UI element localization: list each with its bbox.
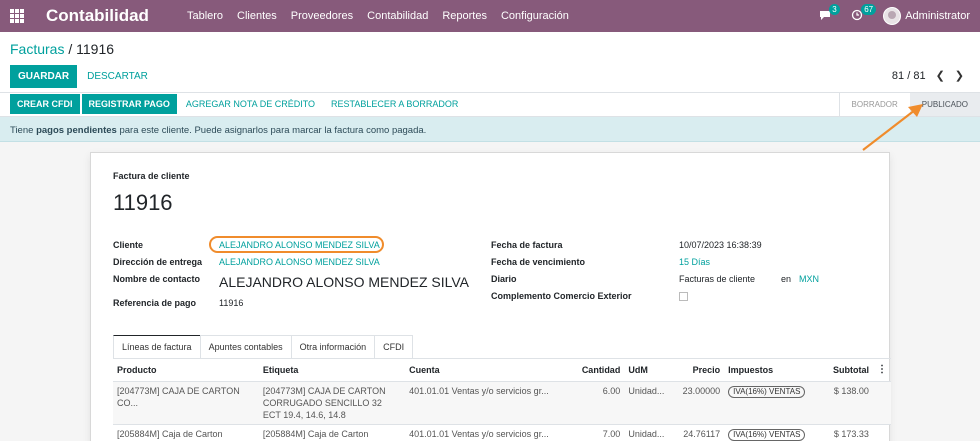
cell-spacer xyxy=(872,381,891,425)
column-header-subtotal[interactable]: Subtotal xyxy=(823,359,873,382)
stage-posted[interactable]: PUBLICADO xyxy=(909,93,980,116)
form-statusbar: CREAR CFDI REGISTRAR PAGO AGREGAR NOTA D… xyxy=(0,93,980,117)
comercio-exterior-label: Complemento Comercio Exterior xyxy=(491,291,632,301)
alert-prefix: Tiene xyxy=(10,125,34,136)
cell-account[interactable]: 401.01.01 Ventas y/o servicios gr... xyxy=(405,381,565,425)
outstanding-payments-alert: Tiene pagos pendientes para este cliente… xyxy=(0,117,980,142)
invoice-sheet: Factura de cliente 11916 Cliente ALEJAND… xyxy=(90,152,891,441)
column-header-taxes[interactable]: Impuestos xyxy=(724,359,824,382)
journal-label: Diario xyxy=(491,274,517,284)
breadcrumb-current: 11916 xyxy=(76,41,115,57)
currency-field[interactable]: MXN xyxy=(799,274,819,284)
tab-journal-items[interactable]: Apuntes contables xyxy=(199,335,292,358)
cell-taxes[interactable]: IVA(16%) VENTAS xyxy=(724,424,824,441)
cell-price[interactable]: 24.76117 xyxy=(668,424,725,441)
column-header-label[interactable]: Etiqueta xyxy=(258,359,406,382)
app-name[interactable]: Contabilidad xyxy=(46,6,149,26)
create-cfdi-button[interactable]: CREAR CFDI xyxy=(10,94,80,114)
notebook-tabs: Líneas de factura Apuntes contables Otra… xyxy=(113,335,891,359)
delivery-address-label: Dirección de entrega xyxy=(113,257,203,267)
cell-uom[interactable]: Unidad... xyxy=(624,424,669,441)
add-credit-note-button[interactable]: AGREGAR NOTA DE CRÉDITO xyxy=(179,94,322,114)
optional-columns-icon[interactable]: ⋮ xyxy=(872,359,891,382)
cell-subtotal: $ 173.33 xyxy=(823,424,873,441)
activities-badge: 67 xyxy=(861,4,877,15)
cell-label[interactable]: [205884M] Caja de Carton xyxy=(258,424,406,441)
tax-tag: IVA(16%) VENTAS xyxy=(728,385,806,398)
tab-cfdi[interactable]: CFDI xyxy=(374,335,414,358)
delivery-address-field[interactable]: ALEJANDRO ALONSO MENDEZ SILVA xyxy=(219,257,380,267)
table-header-row: Producto Etiqueta Cuenta Cantidad UdM Pr… xyxy=(113,359,891,382)
stage-draft[interactable]: BORRADOR xyxy=(838,93,910,116)
cell-account[interactable]: 401.01.01 Ventas y/o servicios gr... xyxy=(405,424,565,441)
user-avatar[interactable] xyxy=(883,7,902,25)
invoice-date-label: Fecha de factura xyxy=(491,240,563,250)
menu-item-configuracion[interactable]: Configuración xyxy=(501,10,569,22)
contact-name-field[interactable]: ALEJANDRO ALONSO MENDEZ SILVA xyxy=(219,274,469,290)
activities-clock-icon[interactable]: 67 xyxy=(851,4,877,23)
pager-previous-icon[interactable]: ❮ xyxy=(936,69,945,82)
menu-item-tablero[interactable]: Tablero xyxy=(187,10,223,22)
pager-next-icon[interactable]: ❯ xyxy=(955,69,964,82)
save-button[interactable]: GUARDAR xyxy=(10,65,78,88)
cell-price[interactable]: 23.00000 xyxy=(668,381,725,425)
column-header-account[interactable]: Cuenta xyxy=(405,359,565,382)
column-header-product[interactable]: Producto xyxy=(113,359,259,382)
breadcrumb-facturas-link[interactable]: Facturas xyxy=(10,41,64,57)
invoice-lines-table: Producto Etiqueta Cuenta Cantidad UdM Pr… xyxy=(113,359,891,441)
column-header-price[interactable]: Precio xyxy=(668,359,725,382)
cell-product[interactable]: [204773M] CAJA DE CARTON CO... xyxy=(113,381,259,425)
stage-selector: BORRADOR PUBLICADO xyxy=(838,93,980,116)
messages-badge: 3 xyxy=(829,4,840,15)
due-date-label: Fecha de vencimiento xyxy=(491,257,586,267)
table-row[interactable]: [205884M] Caja de Carton RSC19... [20588… xyxy=(113,424,891,441)
breadcrumb: Facturas / 11916 xyxy=(10,41,114,57)
tax-tag: IVA(16%) VENTAS xyxy=(728,428,806,441)
client-label: Cliente xyxy=(113,240,144,250)
menu-item-reportes[interactable]: Reportes xyxy=(442,10,487,22)
payment-reference-field[interactable]: 11916 xyxy=(219,298,243,308)
journal-in-label: en xyxy=(781,274,792,284)
alert-bold-text: pagos pendientes xyxy=(36,125,117,136)
contact-name-label: Nombre de contacto xyxy=(113,274,201,284)
payment-reference-label: Referencia de pago xyxy=(113,298,197,308)
column-header-quantity[interactable]: Cantidad xyxy=(564,359,625,382)
pager-value[interactable]: 81 / 81 xyxy=(892,70,926,82)
messages-icon[interactable]: 3 xyxy=(819,4,840,23)
table-row[interactable]: [204773M] CAJA DE CARTON CO... [204773M]… xyxy=(113,381,891,425)
client-highlight-annotation xyxy=(209,236,384,253)
cell-taxes[interactable]: IVA(16%) VENTAS xyxy=(724,381,824,425)
cell-quantity[interactable]: 6.00 xyxy=(564,381,625,425)
column-header-uom[interactable]: UdM xyxy=(624,359,669,382)
menu-item-clientes[interactable]: Clientes xyxy=(237,10,277,22)
pager: 81 / 81 ❮ ❯ xyxy=(892,69,964,83)
tab-other-info[interactable]: Otra información xyxy=(290,335,376,358)
cell-uom[interactable]: Unidad... xyxy=(624,381,669,425)
alert-suffix: para este cliente. Puede asignarlos para… xyxy=(119,125,427,136)
comercio-exterior-checkbox[interactable] xyxy=(679,292,688,301)
control-panel: Facturas / 11916 GUARDAR DESCARTAR 81 / … xyxy=(0,32,980,93)
invoice-number: 11916 xyxy=(113,190,173,215)
invoice-type-label: Factura de cliente xyxy=(113,171,190,181)
cell-label[interactable]: [204773M] CAJA DE CARTON CORRUGADO SENCI… xyxy=(258,381,406,425)
main-navbar: Contabilidad Tablero Clientes Proveedore… xyxy=(0,0,980,32)
menu-item-contabilidad[interactable]: Contabilidad xyxy=(367,10,428,22)
register-payment-button[interactable]: REGISTRAR PAGO xyxy=(81,94,177,114)
user-name[interactable]: Administrator xyxy=(905,10,970,22)
cell-subtotal: $ 138.00 xyxy=(823,381,873,425)
breadcrumb-separator: / xyxy=(68,41,73,57)
menu-item-proveedores[interactable]: Proveedores xyxy=(291,10,353,22)
discard-button[interactable]: DESCARTAR xyxy=(79,65,156,88)
reset-to-draft-button[interactable]: RESTABLECER A BORRADOR xyxy=(324,94,465,114)
invoice-date-field[interactable]: 10/07/2023 16:38:39 xyxy=(679,240,762,250)
due-date-field[interactable]: 15 Días xyxy=(679,257,710,267)
apps-menu-icon[interactable] xyxy=(10,9,24,23)
journal-field[interactable]: Facturas de cliente xyxy=(679,274,755,284)
cell-spacer xyxy=(872,424,891,441)
cell-quantity[interactable]: 7.00 xyxy=(564,424,625,441)
tab-invoice-lines[interactable]: Líneas de factura xyxy=(113,335,201,358)
cell-product[interactable]: [205884M] Caja de Carton RSC19... xyxy=(113,424,259,441)
